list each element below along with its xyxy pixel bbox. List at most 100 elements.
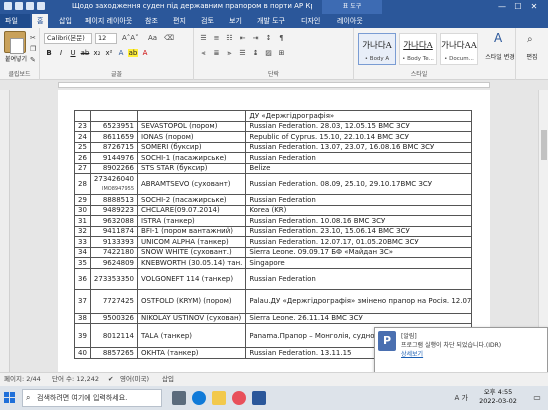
table-cell[interactable]: 32 (74, 225, 91, 237)
numbering-icon[interactable]: ≡ (211, 34, 222, 42)
task-view-icon[interactable] (172, 391, 186, 405)
clear-format-icon[interactable]: ⌫ (164, 34, 174, 42)
table-cell[interactable] (137, 110, 247, 122)
shading-icon[interactable]: ▨ (263, 49, 274, 57)
tab-table-layout[interactable]: 레이아웃 (332, 14, 368, 28)
tab-references[interactable]: 참조 (140, 14, 163, 28)
table-cell[interactable]: Sierra Leone. 09.09.17 БФ «Майдан ЗС» (245, 246, 473, 258)
paste-button-label[interactable]: 붙여넣기 (0, 54, 32, 63)
table-cell[interactable]: 39 (74, 323, 91, 348)
highlight-icon[interactable]: ab (128, 49, 138, 57)
style-body-text[interactable]: 가나다A • Body Te... (399, 33, 437, 65)
underline-icon[interactable]: U (68, 49, 78, 57)
copy-icon[interactable]: ❐ (30, 45, 38, 53)
table-cell[interactable]: Russian Federation. 08.09, 25.10, 29.10.… (245, 173, 473, 195)
table-cell[interactable]: 37 (74, 288, 91, 314)
table-cell[interactable]: Russian Federation. 12.07.17, 01.05.20BM… (245, 236, 473, 248)
tab-page-layout[interactable]: 페이지 레이아웃 (80, 14, 137, 28)
table-cell[interactable]: NIKOLAY USTINOV (сухован) (137, 312, 247, 324)
font-size-combo[interactable]: 12 (95, 33, 117, 44)
proofing-icon[interactable]: ✔ (108, 373, 113, 386)
notification-details-link[interactable]: 상세보기 (401, 349, 423, 358)
table-cell[interactable]: SOCHI-2 (пасажирське) (137, 194, 247, 206)
show-marks-icon[interactable]: ¶ (276, 34, 287, 42)
table-cell[interactable]: OSTFOLD (KRYM) (пором) (137, 288, 247, 314)
increase-indent-icon[interactable]: ⇥ (250, 34, 261, 42)
sort-icon[interactable]: ↕ (263, 34, 274, 42)
align-center-icon[interactable]: ≣ (211, 49, 222, 57)
table-cell[interactable]: 38 (74, 312, 91, 324)
font-color-icon[interactable]: A (140, 49, 150, 57)
decrease-indent-icon[interactable]: ⇤ (237, 34, 248, 42)
tab-developer[interactable]: 개발 도구 (252, 14, 290, 28)
editing-group[interactable]: ⌕ 편집 (516, 28, 548, 80)
scroll-thumb[interactable] (541, 130, 547, 160)
windows-start-icon[interactable] (4, 392, 16, 404)
subscript-icon[interactable]: x₂ (92, 49, 102, 57)
table-cell[interactable]: KNEBWORTH (30.05.14) тан. (137, 257, 247, 269)
page-count[interactable]: 페이지: 2/44 (4, 373, 41, 386)
table-cell[interactable]: Russian Federation. 28.03, 12.05.15 BMC … (245, 120, 473, 132)
table-cell[interactable] (74, 110, 91, 122)
table-cell[interactable]: 25 (74, 141, 91, 153)
maximize-button[interactable]: ☐ (510, 2, 526, 12)
chrome-icon[interactable] (232, 391, 246, 405)
format-painter-icon[interactable]: ✎ (30, 56, 38, 64)
tab-insert[interactable]: 삽입 (54, 14, 77, 28)
grow-shrink-font-icon[interactable]: A˄A˅ (122, 34, 142, 42)
table-cell[interactable]: SOCHI-1 (пасажирське) (137, 152, 247, 164)
table-cell[interactable]: IONAS (пором) (137, 131, 247, 143)
paste-icon[interactable] (4, 31, 26, 54)
change-case-icon[interactable]: Aa (148, 34, 157, 42)
table-cell[interactable]: 8888513 (89, 194, 139, 206)
redo-icon[interactable] (37, 2, 45, 10)
table-cell[interactable]: 24 (74, 131, 91, 143)
tab-mailings[interactable]: 편지 (168, 14, 191, 28)
tab-home[interactable]: 홈 (32, 14, 49, 28)
taskbar-search-input[interactable]: ⌕ 검색하려면 여기에 입력하세요. (22, 389, 162, 407)
notification-center-icon[interactable]: ▭ (530, 391, 544, 405)
style-body-a[interactable]: 가나다A • Body A (358, 33, 396, 65)
bold-icon[interactable]: B (44, 49, 54, 57)
style-document[interactable]: 가나다AA • Docum... (440, 33, 478, 65)
minimize-button[interactable]: — (494, 2, 510, 12)
table-cell[interactable]: UNICOM ALPHA (танкер) (137, 236, 247, 248)
save-icon[interactable] (15, 2, 23, 10)
table-cell[interactable]: ABRAMTSEVO (суховант) (137, 173, 247, 195)
table-cell[interactable]: 8857265 (89, 347, 139, 359)
table-cell[interactable]: SEVASTOPOL (пором) (137, 120, 247, 132)
italic-icon[interactable]: I (56, 49, 66, 57)
table-cell[interactable]: Palau.ДУ «Держгідрографія» змінено прапо… (245, 288, 473, 314)
table-cell[interactable]: Russian Federation (245, 194, 473, 206)
table-cell[interactable]: 34 (74, 246, 91, 258)
taskbar-clock[interactable]: 오후 4:55 2022-03-02 (470, 388, 526, 406)
tab-file[interactable]: 파일 (0, 14, 30, 28)
table-cell[interactable]: 35 (74, 257, 91, 269)
table-cell[interactable]: 8726715 (89, 141, 139, 153)
table-cell[interactable]: Republic of Cyprus. 15.10, 22.10.14 BMC … (245, 131, 473, 143)
table-cell[interactable]: 9624809 (89, 257, 139, 269)
table-cell[interactable]: ISTRA (танкер) (137, 215, 247, 227)
table-cell[interactable]: 8902266 (89, 162, 139, 174)
table-cell[interactable]: Russian Federation (245, 152, 473, 164)
table-cell[interactable]: Russian Federation (245, 267, 473, 290)
word-app-icon[interactable] (4, 2, 12, 10)
table-cell[interactable]: Belize (245, 162, 473, 174)
table-cell[interactable]: Korea (KR) (245, 204, 473, 216)
table-cell[interactable]: 30 (74, 204, 91, 216)
font-name-combo[interactable]: Calibri(본문) (44, 33, 92, 44)
table-cell[interactable]: 23 (74, 120, 91, 132)
table-cell[interactable]: 7727425 (89, 288, 139, 314)
language-indicator[interactable]: 영어(미국) (120, 373, 149, 386)
table-cell[interactable]: OKHTA (танкер) (137, 347, 247, 359)
table-cell[interactable]: 40 (74, 347, 91, 359)
word-taskbar-icon[interactable] (252, 391, 266, 405)
table-cell[interactable]: Singapore (245, 257, 473, 269)
table-cell[interactable] (89, 110, 139, 122)
edge-icon[interactable] (192, 391, 206, 405)
table-cell[interactable]: Russian Federation. 23.10, 15.06.14 BMC … (245, 225, 473, 237)
table-cell[interactable]: TALA (танкер) (137, 323, 247, 348)
system-tray-language[interactable]: A 가 (455, 393, 468, 403)
table-cell[interactable]: STS STAR (буксир) (137, 162, 247, 174)
table-cell[interactable]: 9411874 (89, 225, 139, 237)
